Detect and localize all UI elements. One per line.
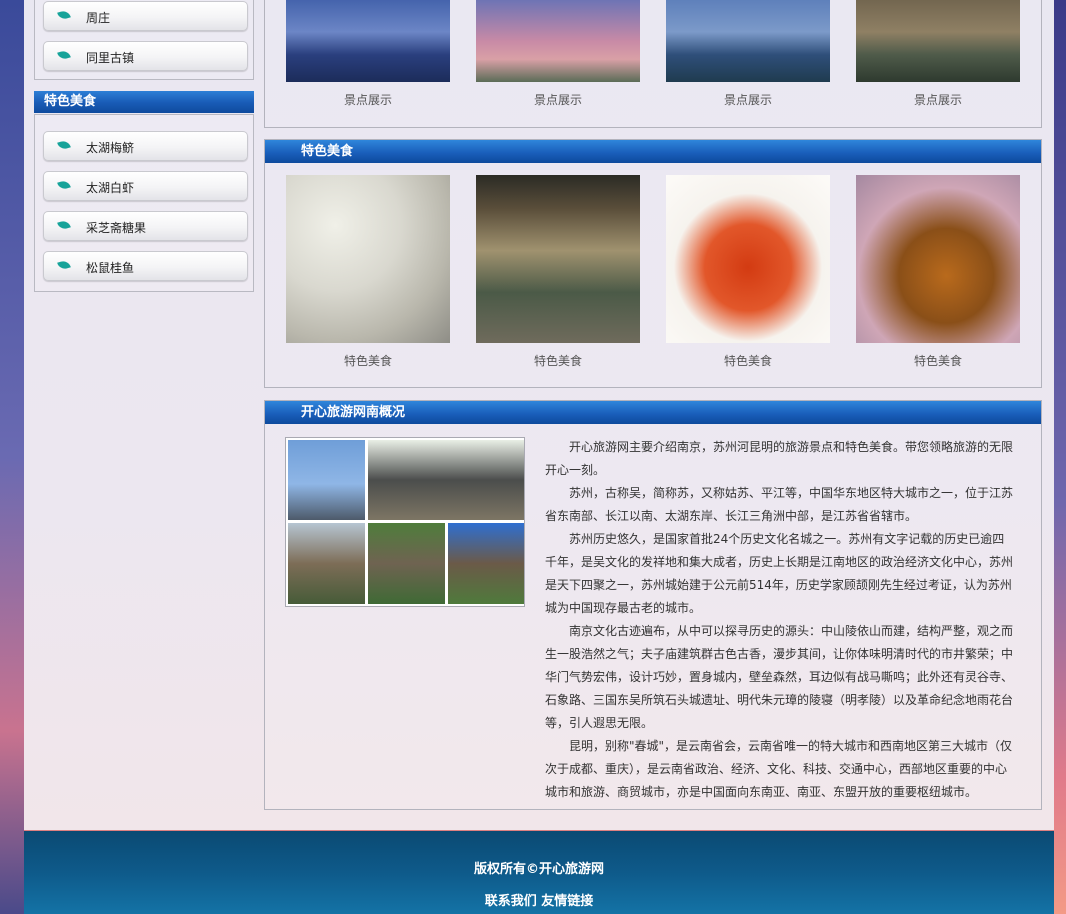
scenic-caption[interactable]: 景点展示 — [856, 91, 1020, 108]
scenic-caption[interactable]: 景点展示 — [666, 91, 830, 108]
scenic-caption[interactable]: 景点展示 — [286, 91, 450, 108]
food-thumb[interactable]: 特色美食 — [476, 175, 640, 369]
background-right — [1054, 0, 1066, 914]
page-container: 周庄 同里古镇 特色美食 太湖梅鲚 太湖白虾 采芝斋糖果 松鼠桂鱼 景点展示 景… — [24, 0, 1054, 830]
scenic-thumb[interactable]: 景点展示 — [666, 0, 830, 108]
panel-title: 特色美食 — [265, 140, 1041, 163]
leaf-icon — [57, 9, 71, 21]
about-paragraph: 开心旅游网主要介绍南京，苏州河昆明的旅游景点和特色美食。带您领略旅游的无限开心一… — [545, 440, 1014, 477]
background-left — [0, 0, 24, 914]
leaf-icon — [57, 219, 71, 231]
about-paragraph: 南京文化古迹遍布，从中可以探寻历史的源头：中山陵依山而建，结构严整，观之而生一股… — [545, 624, 1014, 730]
scenic-panel: 景点展示 景点展示 景点展示 景点展示 — [264, 0, 1042, 128]
sidebar-item-tongli[interactable]: 同里古镇 — [43, 41, 248, 71]
sidebar-item-label: 周庄 — [86, 11, 111, 25]
scenic-thumb[interactable]: 景点展示 — [286, 0, 450, 108]
food-panel: 特色美食 特色美食 特色美食 特色美食 特色美食 — [264, 139, 1042, 388]
food-caption[interactable]: 特色美食 — [666, 352, 830, 369]
leaf-icon — [57, 259, 71, 271]
scenic-image[interactable] — [856, 0, 1020, 82]
food-thumb[interactable]: 特色美食 — [286, 175, 450, 369]
food-thumb[interactable]: 特色美食 — [856, 175, 1020, 369]
scenic-image[interactable] — [286, 0, 450, 82]
sidebar-item-zhouzhuang[interactable]: 周庄 — [43, 1, 248, 31]
food-caption[interactable]: 特色美食 — [856, 352, 1020, 369]
sidebar-item-taihu-meiji[interactable]: 太湖梅鲚 — [43, 131, 248, 161]
scenic-thumb[interactable]: 景点展示 — [856, 0, 1020, 108]
footer: 版权所有©开心旅游网 联系我们 友情链接 — [24, 831, 1054, 914]
scenic-thumb[interactable]: 景点展示 — [476, 0, 640, 108]
about-paragraph: 苏州历史悠久，是国家首批24个历史文化名城之一。苏州有文字记载的历史已逾四千年，… — [545, 532, 1014, 615]
footer-links: 联系我们 友情链接 — [24, 890, 1054, 909]
about-paragraph: 苏州，古称吴，简称苏，又称姑苏、平江等，中国华东地区特大城市之一，位于江苏省东南… — [545, 486, 1014, 523]
food-thumb[interactable]: 特色美食 — [666, 175, 830, 369]
sidebar-item-taihu-shrimp[interactable]: 太湖白虾 — [43, 171, 248, 201]
sidebar-food-box: 太湖梅鲚 太湖白虾 采芝斋糖果 松鼠桂鱼 — [34, 114, 254, 292]
about-text: 开心旅游网主要介绍南京，苏州河昆明的旅游景点和特色美食。带您领略旅游的无限开心一… — [545, 436, 1015, 804]
sidebar-food-title: 特色美食 — [34, 91, 254, 113]
sidebar-item-caizhizhai-candy[interactable]: 采芝斋糖果 — [43, 211, 248, 241]
food-image[interactable] — [476, 175, 640, 343]
food-image[interactable] — [856, 175, 1020, 343]
scenic-image[interactable] — [666, 0, 830, 82]
about-paragraph: 昆明，别称"春城"，是云南省会，云南省唯一的特大城市和西南地区第三大城市（仅次于… — [545, 739, 1013, 799]
panel-title: 开心旅游网南概况 — [265, 401, 1041, 424]
leaf-icon — [57, 49, 71, 61]
scenic-caption[interactable]: 景点展示 — [476, 91, 640, 108]
sidebar-item-label: 采芝斋糖果 — [86, 221, 147, 235]
leaf-icon — [57, 179, 71, 191]
footer-copyright: 版权所有©开心旅游网 — [473, 862, 604, 877]
food-caption[interactable]: 特色美食 — [286, 352, 450, 369]
leaf-icon — [57, 139, 71, 151]
sidebar-item-label: 太湖白虾 — [86, 181, 135, 195]
sidebar-item-label: 同里古镇 — [86, 51, 135, 65]
food-image[interactable] — [286, 175, 450, 343]
about-panel: 开心旅游网南概况 开心旅游网主要介绍南京，苏州河昆明的旅游景点和特色美食。带您领… — [264, 400, 1042, 810]
contact-link[interactable]: 联系我们 — [485, 894, 537, 909]
sidebar-towns-box: 周庄 同里古镇 — [34, 0, 254, 80]
scenic-image[interactable] — [476, 0, 640, 82]
food-caption[interactable]: 特色美食 — [476, 352, 640, 369]
sidebar-item-squirrel-fish[interactable]: 松鼠桂鱼 — [43, 251, 248, 281]
sidebar-item-label: 松鼠桂鱼 — [86, 261, 135, 275]
sidebar-item-label: 太湖梅鲚 — [86, 141, 135, 155]
friend-links-link[interactable]: 友情链接 — [541, 894, 593, 909]
about-collage-image — [285, 437, 525, 607]
food-image[interactable] — [666, 175, 830, 343]
